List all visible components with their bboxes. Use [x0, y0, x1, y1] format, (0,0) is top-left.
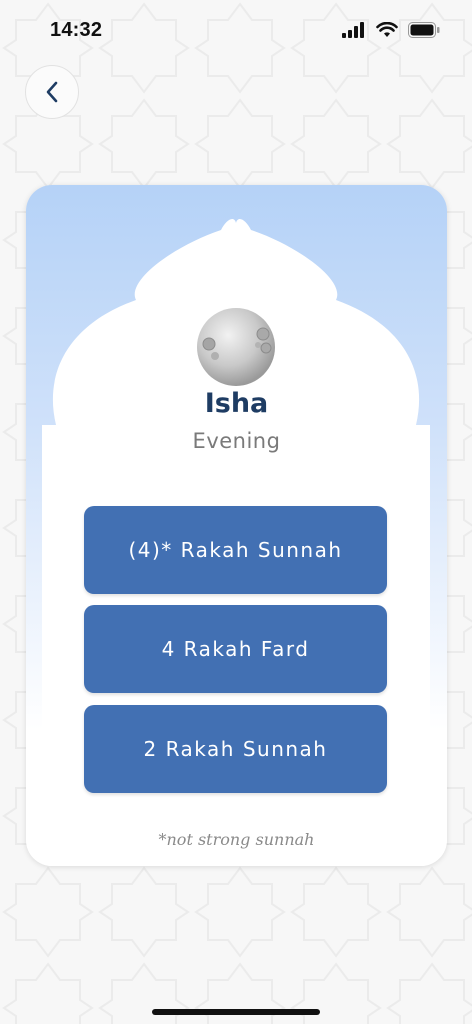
rakah-sunnah-after-button[interactable]: 2 Rakah Sunnah	[84, 705, 387, 793]
prayer-subtitle: Evening	[192, 429, 281, 453]
wifi-icon	[376, 22, 398, 37]
status-bar: 14:32	[0, 0, 472, 62]
button-label: 2 Rakah Sunnah	[143, 737, 328, 761]
footnote: *not strong sunnah	[158, 830, 315, 849]
moon-icon	[197, 308, 275, 386]
button-label: (4)* Rakah Sunnah	[128, 538, 343, 562]
status-time: 14:32	[50, 19, 103, 41]
signal-icon	[342, 22, 364, 38]
home-indicator[interactable]	[152, 1009, 320, 1015]
rakah-fard-button[interactable]: 4 Rakah Fard	[84, 605, 387, 693]
prayer-card: Isha Evening (4)* Rakah Sunnah 4 Rakah F…	[26, 185, 447, 866]
chevron-left-icon	[46, 81, 58, 103]
battery-icon	[408, 22, 440, 38]
rakah-sunnah-before-button[interactable]: (4)* Rakah Sunnah	[84, 506, 387, 594]
button-label: 4 Rakah Fard	[161, 637, 310, 661]
prayer-title: Isha	[204, 388, 269, 419]
back-button[interactable]	[25, 65, 79, 119]
